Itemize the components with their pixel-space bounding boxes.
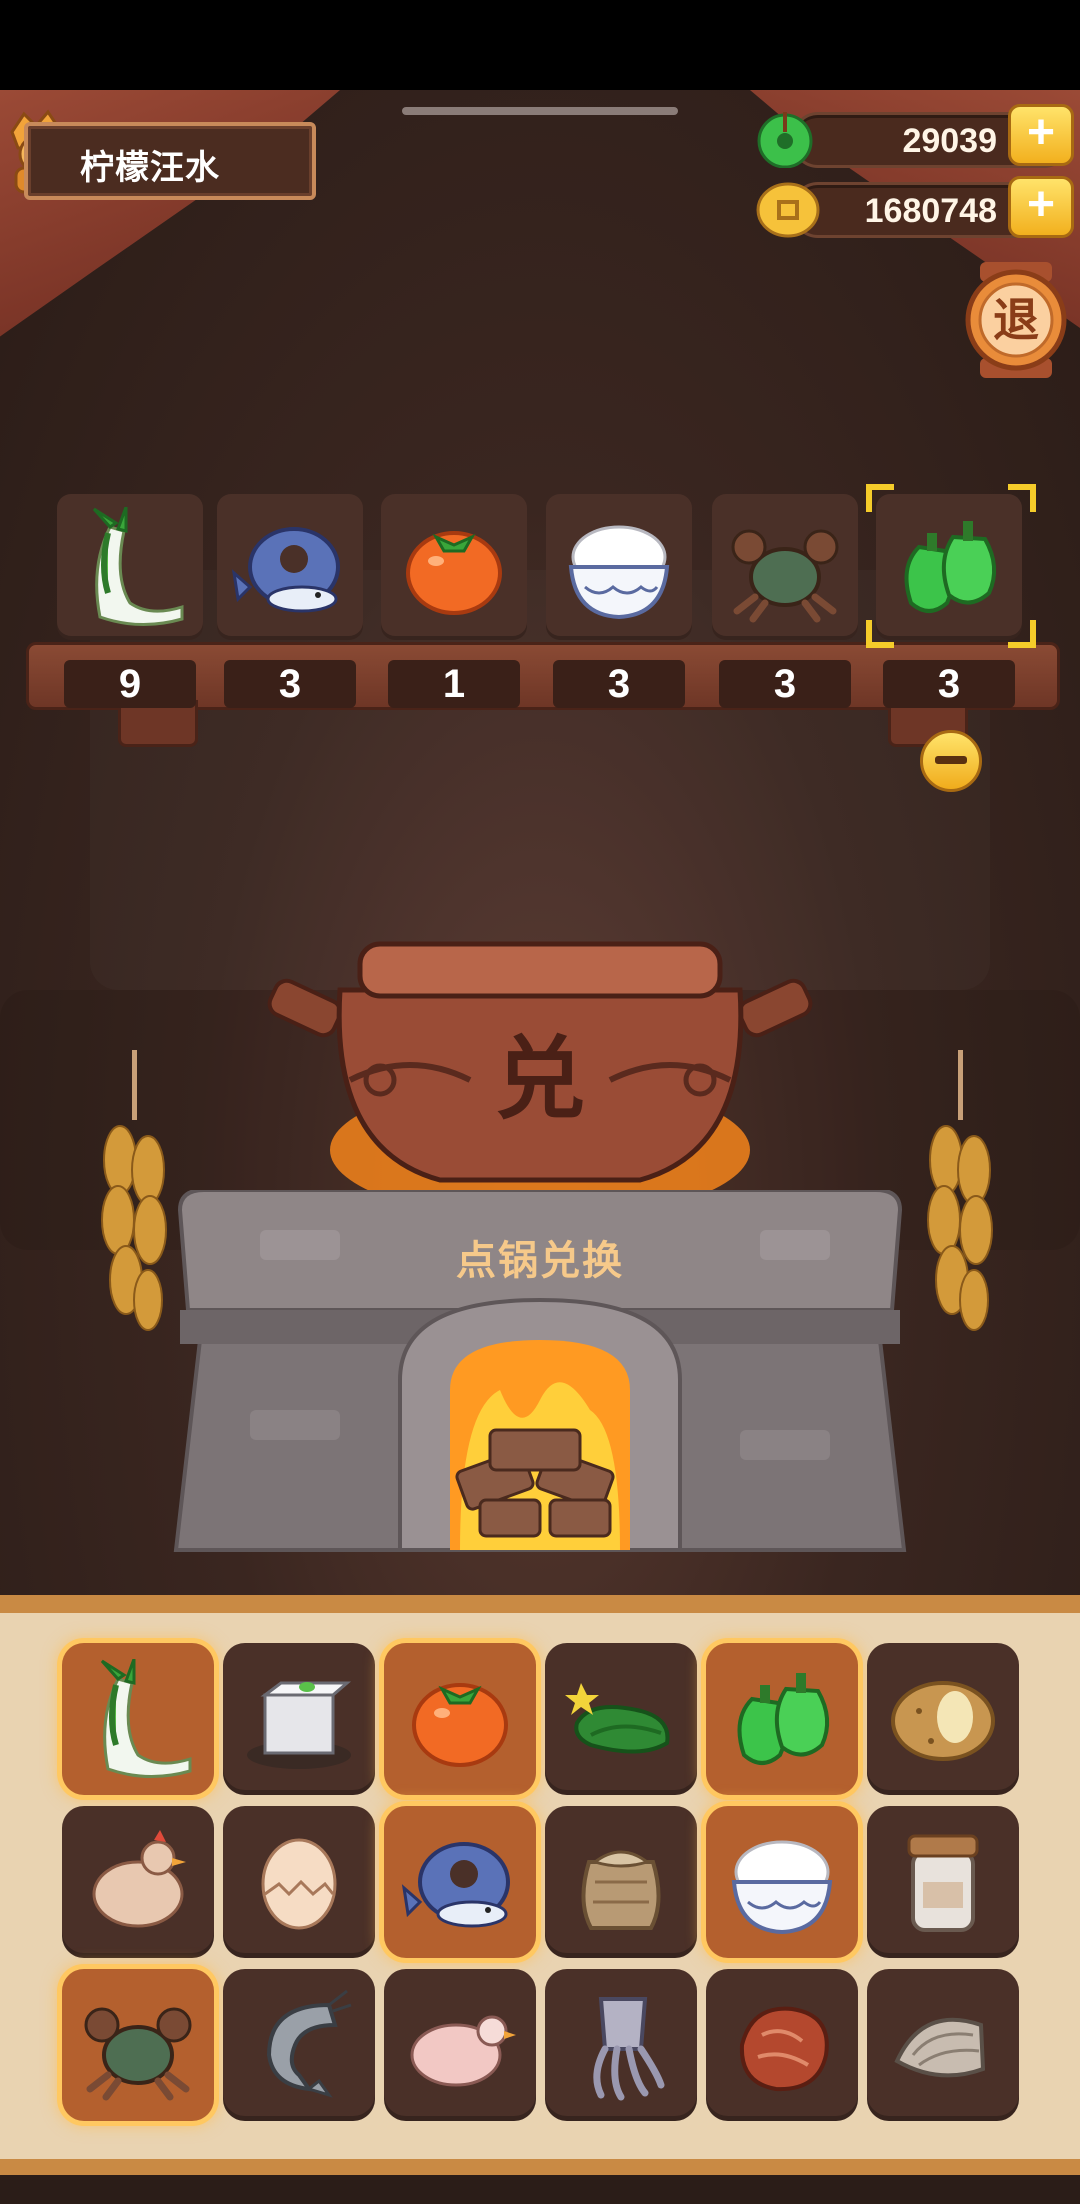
egg-icon	[261, 1838, 337, 1930]
exit-label: 退	[993, 293, 1039, 347]
player-name-panel[interactable]: 柠檬汪水	[24, 122, 316, 200]
leek-icon	[100, 1659, 192, 1778]
remove-ingredient-button[interactable]	[920, 730, 982, 792]
inventory-item-potato[interactable]	[867, 1643, 1019, 1795]
squid-icon	[593, 1997, 665, 2101]
selection-corner	[1008, 620, 1036, 648]
chicken-icon	[92, 1830, 186, 1928]
status-bar	[0, 0, 1080, 90]
crab-icon	[731, 529, 839, 623]
inventory-item-fish[interactable]	[384, 1806, 536, 1958]
green-pepper-icon	[904, 521, 997, 613]
shelf-slot-2[interactable]	[217, 494, 363, 640]
inventory-item-crab[interactable]	[62, 1969, 214, 2121]
tomato-icon	[406, 531, 502, 615]
fish-icon	[401, 1842, 510, 1928]
selection-corner	[1008, 484, 1036, 512]
home-indicator	[402, 107, 678, 115]
shrimp-icon	[266, 1989, 352, 2098]
meat-icon	[739, 2006, 829, 2092]
add-coins-button[interactable]: +	[1008, 176, 1074, 238]
tofu-icon	[247, 1681, 352, 1769]
inventory-item-chicken[interactable]	[62, 1806, 214, 1958]
rice-bowl-icon	[568, 525, 670, 620]
add-jade-button[interactable]: +	[1008, 104, 1074, 166]
inventory-item-shrimp[interactable]	[223, 1969, 375, 2121]
clam-icon	[894, 2017, 986, 2078]
duck-icon	[410, 2015, 516, 2087]
fish-icon	[231, 527, 340, 613]
inventory-item-egg[interactable]	[223, 1806, 375, 1958]
coin-icon	[756, 182, 820, 238]
green-pepper-icon	[737, 1673, 830, 1765]
jar-icon	[907, 1834, 979, 1932]
coin-value: 1680748	[864, 192, 997, 230]
inventory-item-green-pepper[interactable]	[706, 1643, 858, 1795]
rice-bowl-icon	[731, 1840, 833, 1935]
flour-sack-icon	[581, 1850, 661, 1930]
inventory-item-tomato[interactable]	[384, 1643, 536, 1795]
inventory-item-flour-sack[interactable]	[545, 1806, 697, 1958]
stove-label: 点锅兑换	[456, 1239, 624, 1283]
inventory-item-tofu[interactable]	[223, 1643, 375, 1795]
selection-corner	[866, 484, 894, 512]
potato-icon	[891, 1681, 995, 1761]
leek-icon	[92, 507, 184, 626]
pot-symbol: 兑	[495, 1027, 585, 1132]
shelf-slot-6[interactable]	[876, 494, 1022, 640]
inventory-item-jar[interactable]	[867, 1806, 1019, 1958]
shelf-count-6: 3	[883, 660, 1015, 708]
shelf-count-4: 3	[553, 660, 685, 708]
shelf-slot-3[interactable]	[381, 494, 527, 640]
shelf-slot-1[interactable]	[57, 494, 203, 640]
exchange-pot[interactable]: 兑	[260, 930, 820, 1230]
shelf-count-3: 1	[388, 660, 520, 708]
cucumber-icon	[565, 1683, 670, 1754]
inventory-item-clam[interactable]	[867, 1969, 1019, 2121]
bottom-bar	[0, 2175, 1080, 2204]
shelf-slot-4[interactable]	[546, 494, 692, 640]
inventory-item-duck[interactable]	[384, 1969, 536, 2121]
selection-corner	[866, 620, 894, 648]
jade-icon	[757, 112, 813, 168]
shelf-count-2: 3	[224, 660, 356, 708]
inventory-item-leek[interactable]	[62, 1643, 214, 1795]
player-name: 柠檬汪水	[80, 149, 220, 187]
hanging-corn-right	[927, 1050, 993, 1331]
jade-value: 29039	[902, 122, 997, 160]
exit-button[interactable]: 退	[962, 262, 1070, 378]
inventory-item-meat[interactable]	[706, 1969, 858, 2121]
crab-icon	[84, 2007, 192, 2101]
shelf-count-1: 9	[64, 660, 196, 708]
tomato-icon	[412, 1683, 508, 1767]
inventory-item-cucumber[interactable]	[545, 1643, 697, 1795]
shelf-slot-5[interactable]	[712, 494, 858, 640]
inventory-item-squid[interactable]	[545, 1969, 697, 2121]
inventory-item-rice-bowl[interactable]	[706, 1806, 858, 1958]
shelf-count-5: 3	[719, 660, 851, 708]
